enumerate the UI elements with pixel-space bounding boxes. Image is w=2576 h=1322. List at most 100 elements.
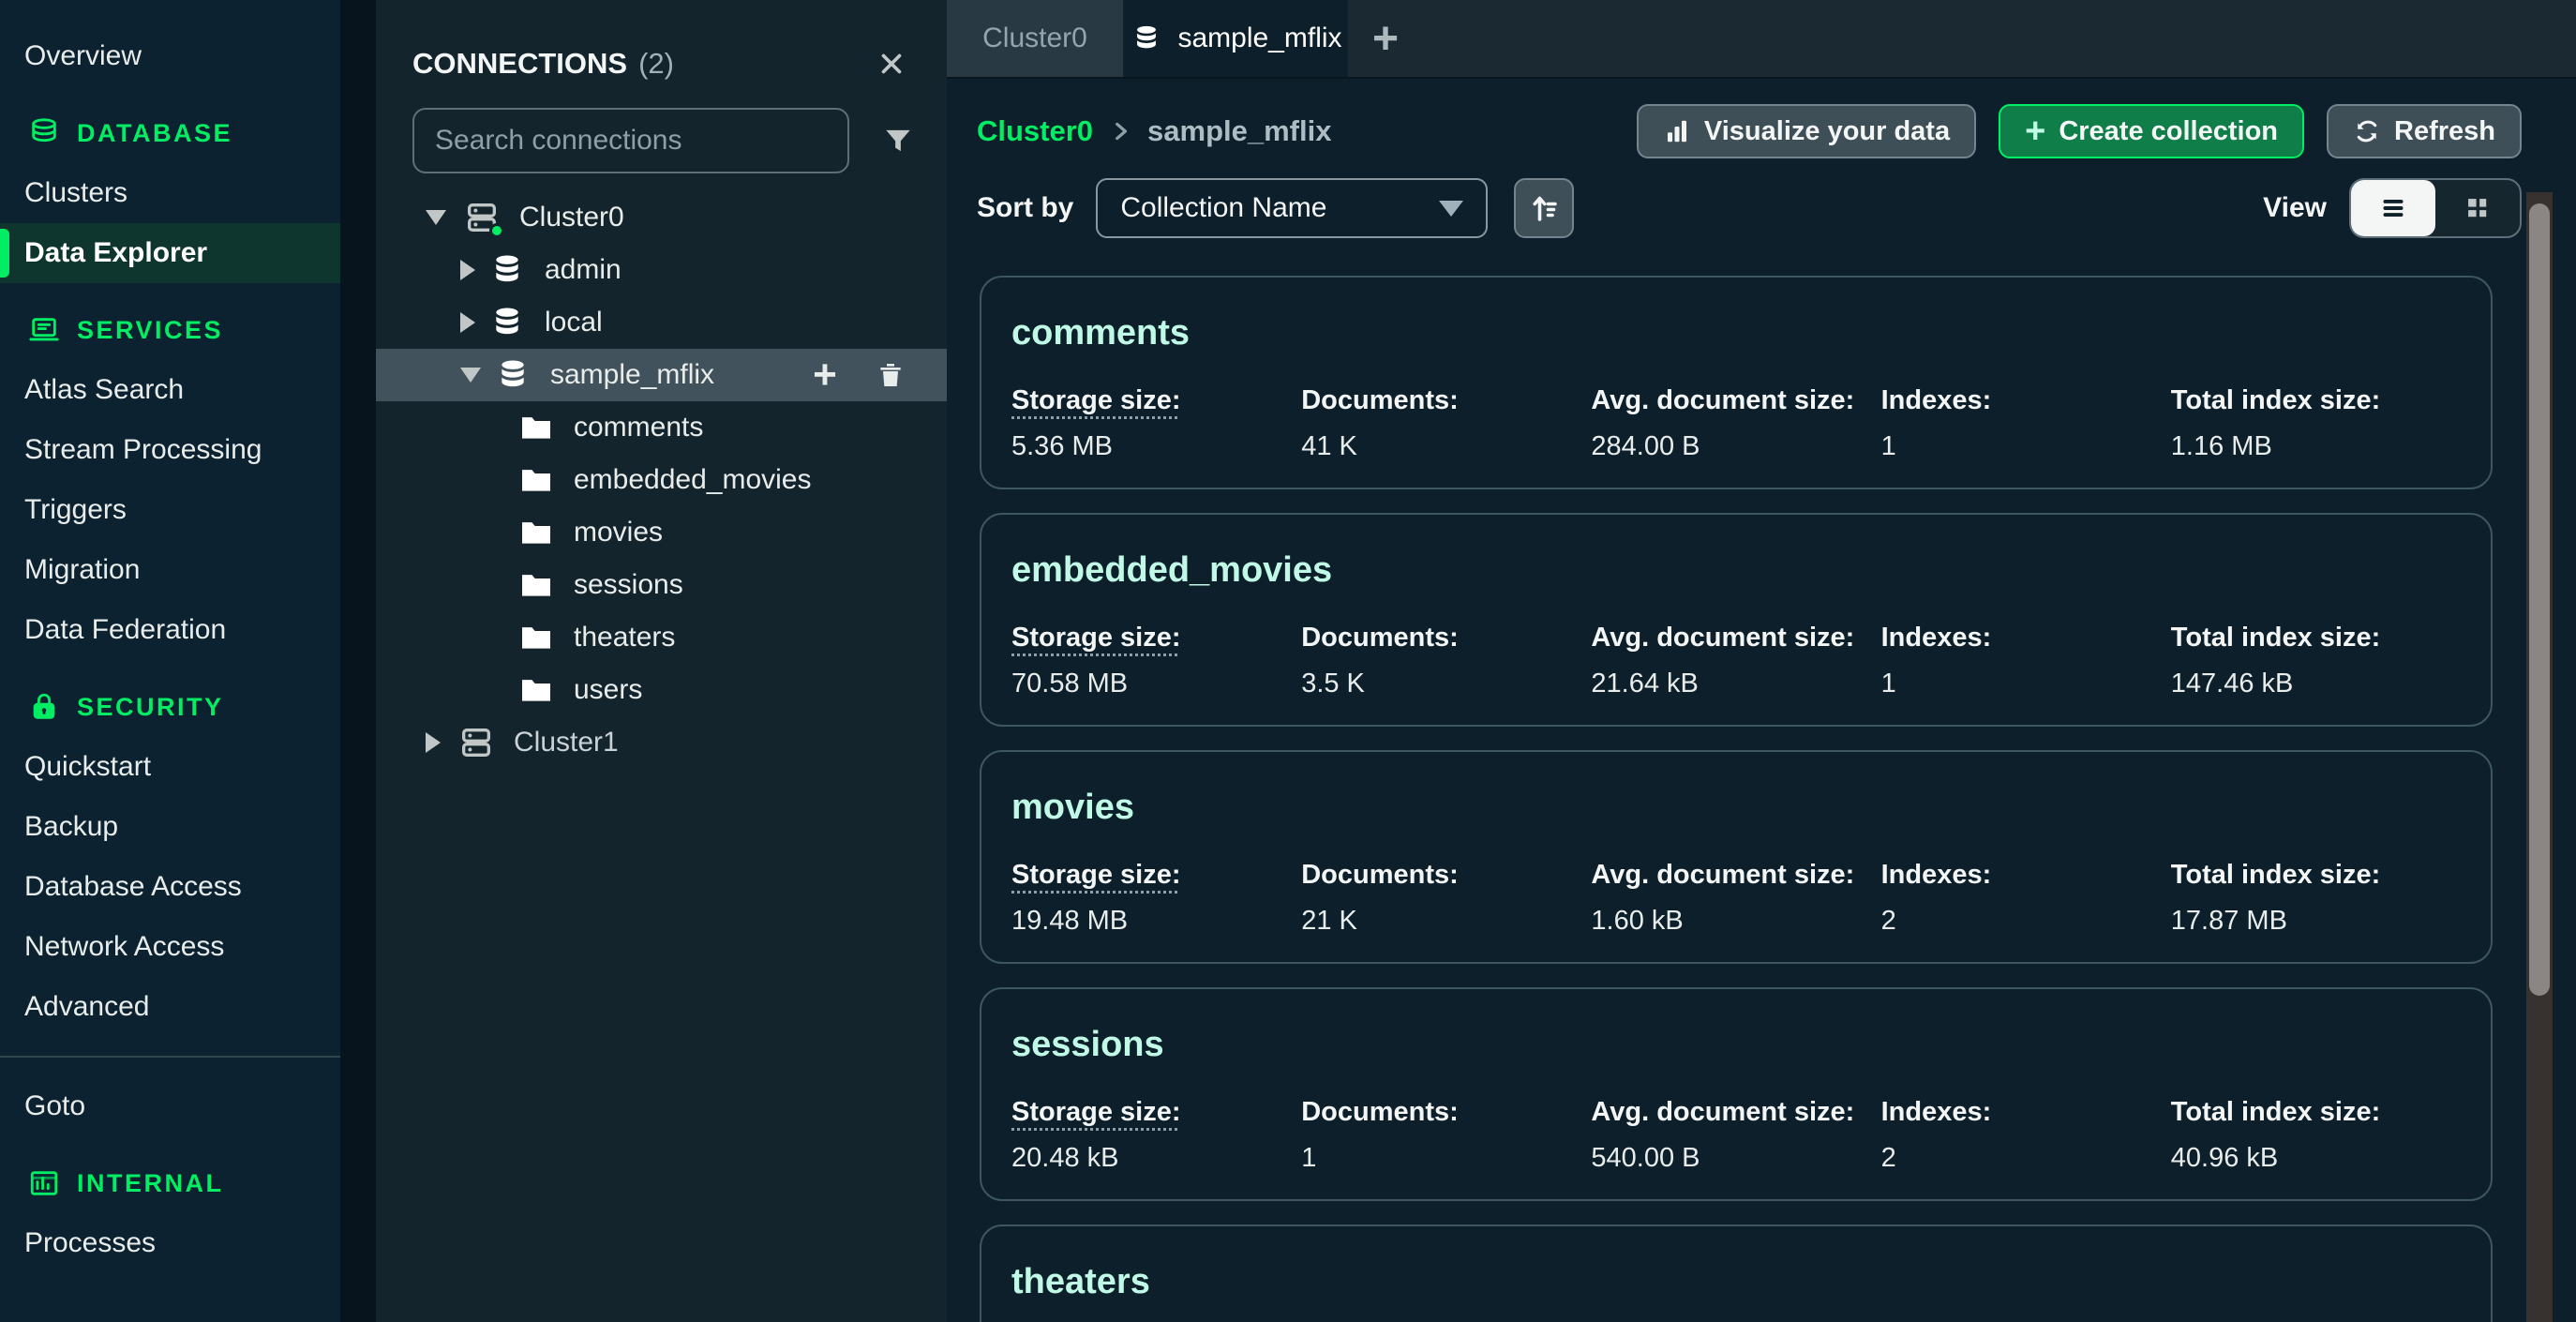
tree-item-label: comments xyxy=(574,412,703,443)
sidebar-item-label: Advanced xyxy=(24,991,149,1023)
grid-icon xyxy=(2462,192,2494,224)
scrollbar-track[interactable] xyxy=(2526,192,2553,1322)
visualize-data-button[interactable]: Visualize your data xyxy=(1637,104,1976,158)
bar-chart-icon xyxy=(1663,117,1691,145)
tab-cluster0[interactable]: Cluster0 xyxy=(947,0,1125,77)
chart-icon xyxy=(28,1167,60,1199)
button-label: Create collection xyxy=(2059,116,2278,147)
grid-view-button[interactable] xyxy=(2435,180,2520,236)
new-tab-button[interactable]: + xyxy=(1348,0,1423,77)
create-collection-icon[interactable]: + xyxy=(808,358,842,392)
tree-item-theaters[interactable]: theaters xyxy=(376,611,947,664)
tree-item-users[interactable]: users xyxy=(376,664,947,716)
stat-value-documents: 41 K xyxy=(1301,431,1591,462)
sidebar-item-network-access[interactable]: Network Access xyxy=(0,917,340,977)
tree-item-admin[interactable]: admin xyxy=(376,244,947,296)
sidebar-item-label: Backup xyxy=(24,811,118,843)
button-label: Visualize your data xyxy=(1704,116,1950,147)
view-label: View xyxy=(2263,192,2327,224)
collection-card-embedded-movies[interactable]: embedded_movies Storage size:70.58 MB Do… xyxy=(980,513,2493,727)
collection-name[interactable]: comments xyxy=(1011,313,2461,353)
sidebar-section-services: SERVICES xyxy=(0,300,340,360)
tree-item-cluster1[interactable]: Cluster1 xyxy=(376,716,947,769)
stat-value-total-index-size: 17.87 MB xyxy=(2171,906,2461,937)
tree-item-sessions[interactable]: sessions xyxy=(376,559,947,611)
database-icon xyxy=(488,304,526,341)
sidebar-item-database-access[interactable]: Database Access xyxy=(0,857,340,917)
section-title: SERVICES xyxy=(77,316,223,345)
sidebar-item-triggers[interactable]: Triggers xyxy=(0,480,340,540)
tree-item-movies[interactable]: movies xyxy=(376,506,947,559)
tree-item-label: users xyxy=(574,674,642,706)
stat-value-avg-doc-size: 1.60 kB xyxy=(1591,906,1880,937)
sidebar-item-advanced[interactable]: Advanced xyxy=(0,977,340,1037)
collection-card-theaters[interactable]: theaters xyxy=(980,1224,2493,1322)
chevron-right-icon[interactable] xyxy=(460,312,475,333)
chevron-right-icon xyxy=(1108,119,1132,143)
collection-card-movies[interactable]: movies Storage size:19.48 MB Documents:2… xyxy=(980,750,2493,964)
workspace-tabstrip: Cluster0 sample_mflix + xyxy=(947,0,2576,79)
chevron-down-icon[interactable] xyxy=(460,368,481,383)
tree-item-local[interactable]: local xyxy=(376,296,947,349)
stat-label-avg-doc-size: Avg. document size: xyxy=(1591,623,1880,653)
sidebar-item-atlas-search[interactable]: Atlas Search xyxy=(0,360,340,420)
tree-item-label: sessions xyxy=(574,569,683,601)
create-collection-button[interactable]: + Create collection xyxy=(1999,104,2304,158)
sidebar-item-clusters[interactable]: Clusters xyxy=(0,163,340,223)
trash-icon[interactable] xyxy=(874,358,907,392)
sidebar-item-processes[interactable]: Processes xyxy=(0,1213,340,1273)
collection-card-sessions[interactable]: sessions Storage size:20.48 kB Documents… xyxy=(980,987,2493,1201)
tree-item-label: embedded_movies xyxy=(574,464,812,496)
section-title: DATABASE xyxy=(77,119,232,148)
stat-value-avg-doc-size: 284.00 B xyxy=(1591,431,1880,462)
sort-field-select[interactable]: Collection Name xyxy=(1096,178,1488,238)
filter-icon[interactable] xyxy=(877,120,919,161)
sidebar-section-security: SECURITY xyxy=(0,677,340,737)
collection-name[interactable]: movies xyxy=(1011,788,2461,828)
tree-item-label: sample_mflix xyxy=(550,359,714,391)
stat-value-storage: 20.48 kB xyxy=(1011,1143,1301,1174)
sort-direction-button[interactable] xyxy=(1514,178,1574,238)
sidebar-item-data-explorer[interactable]: Data Explorer xyxy=(0,223,340,283)
collection-card-comments[interactable]: comments Storage size:5.36 MB Documents:… xyxy=(980,276,2493,489)
tree-item-comments[interactable]: comments xyxy=(376,401,947,454)
collection-card-list: comments Storage size:5.36 MB Documents:… xyxy=(980,276,2493,1322)
stat-label-avg-doc-size: Avg. document size: xyxy=(1591,385,1880,416)
sidebar-item-data-federation[interactable]: Data Federation xyxy=(0,600,340,660)
list-icon xyxy=(2376,191,2410,225)
sidebar-item-stream-processing[interactable]: Stream Processing xyxy=(0,420,340,480)
sidebar-section-internal: INTERNAL xyxy=(0,1153,340,1213)
breadcrumb-cluster[interactable]: Cluster0 xyxy=(977,114,1093,148)
chevron-right-icon[interactable] xyxy=(460,260,475,280)
close-icon[interactable] xyxy=(873,45,910,83)
scrollbar-thumb[interactable] xyxy=(2529,203,2550,996)
stat-label-storage: Storage size: xyxy=(1011,860,1301,891)
sidebar-item-label: Clusters xyxy=(24,177,127,209)
collection-name[interactable]: embedded_movies xyxy=(1011,550,2461,591)
lock-icon xyxy=(28,691,60,723)
sidebar-item-backup[interactable]: Backup xyxy=(0,797,340,857)
collection-name[interactable]: sessions xyxy=(1011,1025,2461,1065)
stat-label-documents: Documents: xyxy=(1301,860,1591,891)
list-view-button[interactable] xyxy=(2351,180,2435,236)
stat-value-documents: 1 xyxy=(1301,1143,1591,1174)
sidebar-item-overview[interactable]: Overview xyxy=(0,26,340,86)
tree-item-embedded-movies[interactable]: embedded_movies xyxy=(376,454,947,506)
sidebar-item-goto[interactable]: Goto xyxy=(0,1076,340,1136)
sidebar-item-migration[interactable]: Migration xyxy=(0,540,340,600)
chevron-down-icon[interactable] xyxy=(426,210,446,225)
connections-header: CONNECTIONS (2) xyxy=(412,38,910,90)
tree-item-sample-mflix[interactable]: sample_mflix + xyxy=(376,349,947,401)
connected-status-dot xyxy=(489,223,504,238)
search-connections-input[interactable] xyxy=(412,108,849,173)
tab-label: Cluster0 xyxy=(982,23,1087,54)
tab-sample-mflix[interactable]: sample_mflix xyxy=(1125,0,1348,77)
collection-name[interactable]: theaters xyxy=(1011,1262,2461,1302)
tree-item-cluster0[interactable]: Cluster0 xyxy=(376,191,947,244)
view-toggle-wrap: View xyxy=(2263,178,2522,238)
sidebar-item-quickstart[interactable]: Quickstart xyxy=(0,737,340,797)
stat-label-indexes: Indexes: xyxy=(1881,1097,2171,1128)
refresh-button[interactable]: Refresh xyxy=(2327,104,2522,158)
chevron-right-icon[interactable] xyxy=(426,732,441,753)
stat-label-storage: Storage size: xyxy=(1011,623,1301,653)
